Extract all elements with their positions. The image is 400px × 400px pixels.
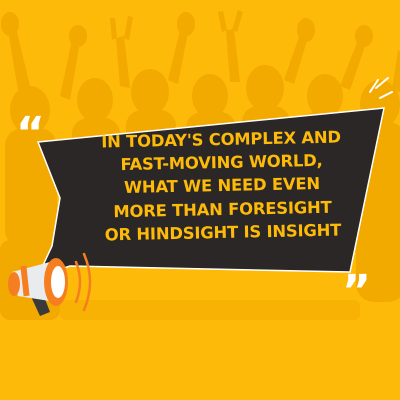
poster: “ ” IN TODAY'S COMPLEX AND FAST-MOVING W… xyxy=(0,0,400,400)
quote-text: IN TODAY'S COMPLEX AND FAST-MOVING WORLD… xyxy=(71,125,373,247)
